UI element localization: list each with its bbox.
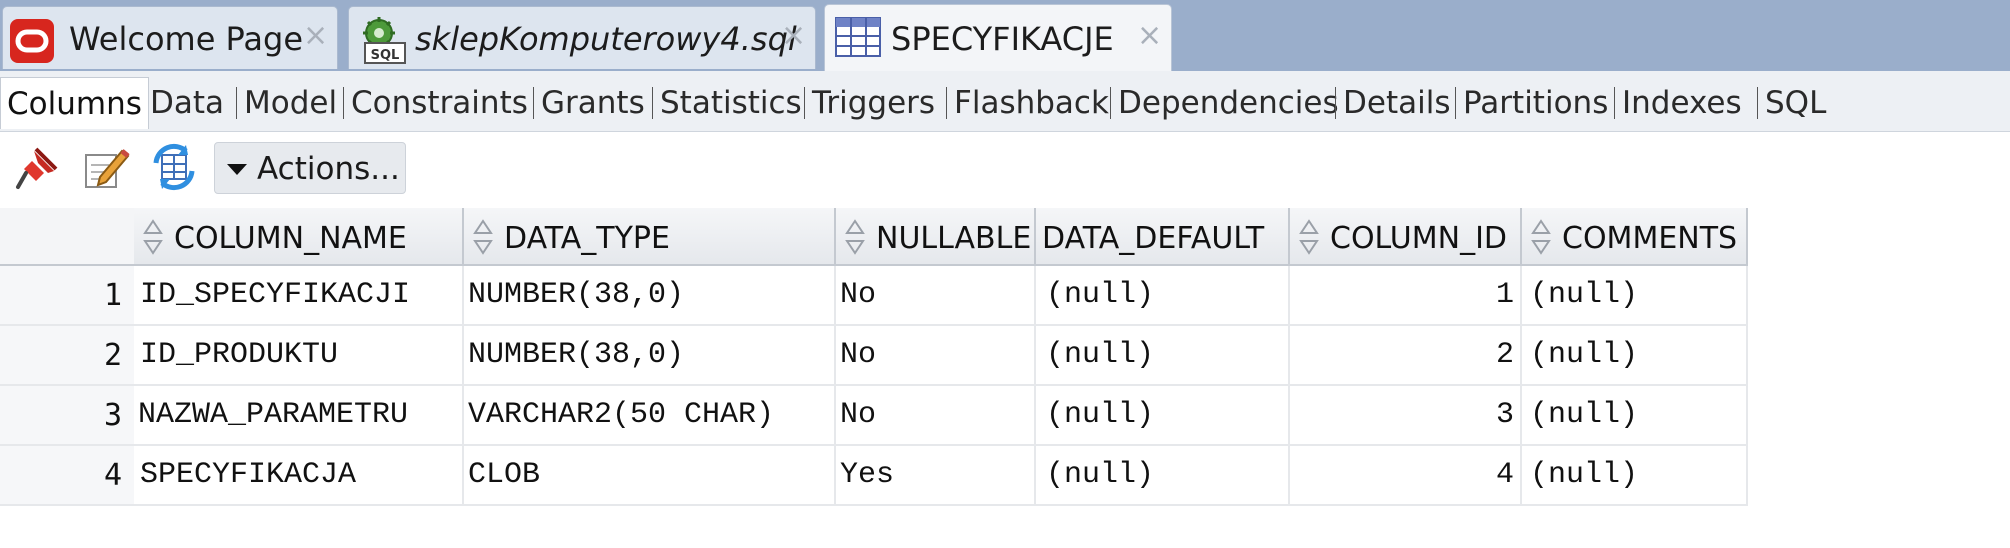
- tab-label: sklepKomputerowy4.sql: [415, 20, 797, 58]
- subtab-flashback[interactable]: Flashback: [954, 85, 1109, 121]
- cell-column-name[interactable]: NAZWA_PARAMETRU: [134, 386, 464, 446]
- cell-data-type[interactable]: NUMBER(38,0): [464, 266, 836, 326]
- column-header-label: NULLABLE: [876, 221, 1032, 256]
- caret-down-icon: [227, 164, 247, 175]
- tab-close-icon[interactable]: ×: [781, 18, 806, 53]
- column-header-label: DATA_DEFAULT: [1042, 221, 1265, 256]
- subtab-separator: [533, 87, 534, 119]
- column-header-label: COLUMN_ID: [1330, 221, 1508, 256]
- oracle-logo-icon: [10, 19, 54, 63]
- row-number: 3: [0, 386, 134, 446]
- subtab-indexes[interactable]: Indexes: [1622, 85, 1742, 121]
- subtab-separator: [946, 87, 947, 119]
- subtab-triggers[interactable]: Triggers: [812, 85, 935, 121]
- subtab-separator: [1110, 87, 1111, 119]
- cell-comments[interactable]: (null): [1522, 446, 1748, 506]
- subtab-grants[interactable]: Grants: [541, 85, 645, 121]
- subtab-separator: [343, 87, 344, 119]
- sort-icon: [473, 219, 493, 255]
- row-number: 2: [0, 326, 134, 386]
- cell-nullable[interactable]: No: [836, 266, 1036, 326]
- edit-icon[interactable]: [82, 143, 130, 191]
- cell-column-id[interactable]: 1: [1290, 266, 1522, 326]
- cell-comments[interactable]: (null): [1522, 266, 1748, 326]
- cell-column-name[interactable]: ID_SPECYFIKACJI: [134, 266, 464, 326]
- column-header-label: COLUMN_NAME: [174, 221, 407, 256]
- grid-header: COLUMN_NAME DATA_TYPE NULLABLE DATA_DEFA…: [0, 208, 1748, 266]
- sort-icon: [1299, 219, 1319, 255]
- table-row[interactable]: 2 ID_PRODUKTU NUMBER(38,0) No (null) 2 (…: [0, 326, 1748, 386]
- subtab-columns[interactable]: Columns: [0, 77, 149, 129]
- subtab-separator: [1614, 87, 1615, 119]
- table-icon: [835, 17, 881, 57]
- subtab-separator: [1757, 87, 1758, 119]
- refresh-icon[interactable]: [150, 143, 198, 191]
- row-number: 1: [0, 266, 134, 326]
- subtab-separator: [652, 87, 653, 119]
- column-header-column-name[interactable]: COLUMN_NAME: [134, 208, 464, 266]
- subtab-details[interactable]: Details: [1343, 85, 1450, 121]
- column-header-data-type[interactable]: DATA_TYPE: [464, 208, 836, 266]
- column-header-data-default[interactable]: DATA_DEFAULT: [1036, 208, 1290, 266]
- cell-column-name[interactable]: ID_PRODUKTU: [134, 326, 464, 386]
- tab-close-icon[interactable]: ×: [1137, 18, 1162, 53]
- sort-icon: [143, 219, 163, 255]
- cell-column-id[interactable]: 2: [1290, 326, 1522, 386]
- pin-icon[interactable]: [14, 143, 62, 191]
- cell-comments[interactable]: (null): [1522, 386, 1748, 446]
- column-header-column-id[interactable]: COLUMN_ID: [1290, 208, 1522, 266]
- subtab-separator: [1335, 87, 1336, 119]
- subtab-statistics[interactable]: Statistics: [660, 85, 802, 121]
- actions-dropdown-button[interactable]: Actions...: [214, 142, 406, 194]
- tab-label: Welcome Page: [69, 20, 304, 58]
- column-header-label: COMMENTS: [1562, 221, 1738, 256]
- table-row[interactable]: 4 SPECYFIKACJA CLOB Yes (null) 4 (null): [0, 446, 1748, 506]
- subtab-separator: [1455, 87, 1456, 119]
- column-header-nullable[interactable]: NULLABLE: [836, 208, 1036, 266]
- document-tab-strip: Welcome Page × SQL sklepKomputerowy4.sql…: [0, 0, 2010, 73]
- tab-sql-file[interactable]: SQL sklepKomputerowy4.sql ×: [348, 6, 816, 69]
- tab-label: SPECYFIKACJE: [891, 20, 1114, 58]
- svg-text:SQL: SQL: [371, 48, 400, 63]
- subtab-data[interactable]: Data: [150, 85, 224, 121]
- cell-data-default[interactable]: (null): [1036, 266, 1290, 326]
- cell-nullable[interactable]: No: [836, 326, 1036, 386]
- subtab-dependencies[interactable]: Dependencies: [1118, 85, 1339, 121]
- cell-data-default[interactable]: (null): [1036, 386, 1290, 446]
- sort-icon: [1531, 219, 1551, 255]
- cell-nullable[interactable]: No: [836, 386, 1036, 446]
- table-row[interactable]: 3 NAZWA_PARAMETRU VARCHAR2(50 CHAR) No (…: [0, 386, 1748, 446]
- cell-column-id[interactable]: 3: [1290, 386, 1522, 446]
- cell-column-name[interactable]: SPECYFIKACJA: [134, 446, 464, 506]
- object-subtabs: Columns Data Model Constraints Grants St…: [0, 71, 2010, 132]
- tab-welcome-page[interactable]: Welcome Page ×: [2, 6, 338, 69]
- toolbar: Actions...: [0, 132, 2010, 204]
- tab-close-icon[interactable]: ×: [303, 18, 328, 53]
- cell-data-type[interactable]: VARCHAR2(50 CHAR): [464, 386, 836, 446]
- subtab-partitions[interactable]: Partitions: [1463, 85, 1608, 121]
- cell-comments[interactable]: (null): [1522, 326, 1748, 386]
- cell-data-default[interactable]: (null): [1036, 446, 1290, 506]
- subtab-model[interactable]: Model: [244, 85, 337, 121]
- subtab-sql[interactable]: SQL: [1765, 85, 1826, 121]
- sort-icon: [845, 219, 865, 255]
- subtab-constraints[interactable]: Constraints: [351, 85, 528, 121]
- cell-data-type[interactable]: NUMBER(38,0): [464, 326, 836, 386]
- row-number: 4: [0, 446, 134, 506]
- cell-data-type[interactable]: CLOB: [464, 446, 836, 506]
- actions-label: Actions...: [257, 151, 400, 187]
- column-header-comments[interactable]: COMMENTS: [1522, 208, 1748, 266]
- sql-file-icon: SQL: [363, 17, 406, 64]
- subtab-separator: [236, 87, 237, 119]
- table-row[interactable]: 1 ID_SPECYFIKACJI NUMBER(38,0) No (null)…: [0, 266, 1748, 326]
- tab-specyfikacje[interactable]: SPECYFIKACJE ×: [824, 4, 1172, 73]
- cell-column-id[interactable]: 4: [1290, 446, 1522, 506]
- cell-data-default[interactable]: (null): [1036, 326, 1290, 386]
- column-header-label: DATA_TYPE: [504, 221, 670, 256]
- subtab-separator: [804, 87, 805, 119]
- cell-nullable[interactable]: Yes: [836, 446, 1036, 506]
